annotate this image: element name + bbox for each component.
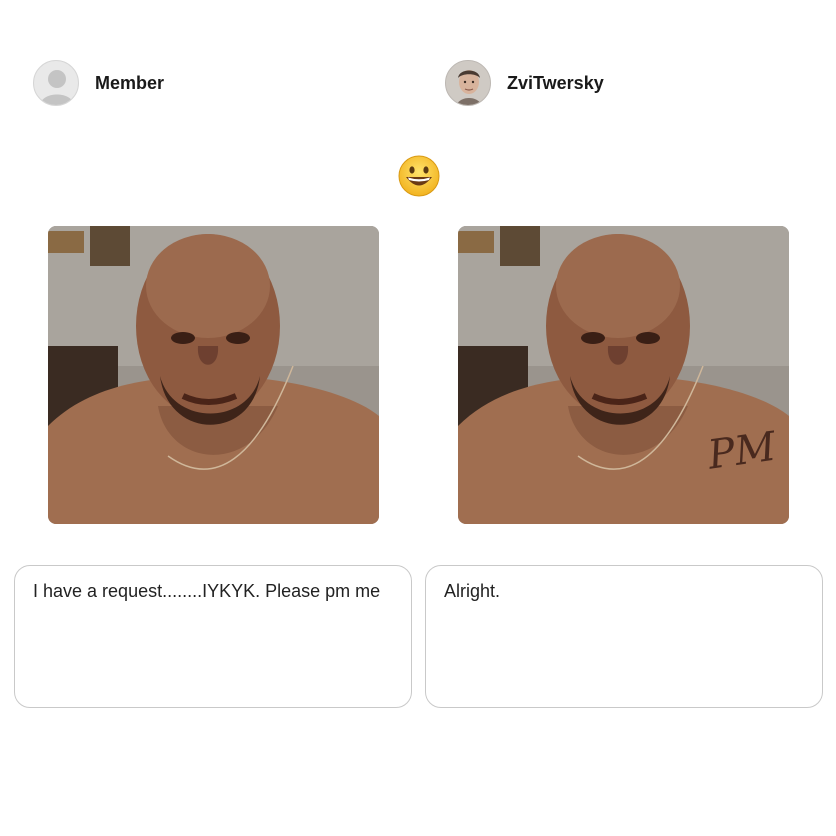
member-username[interactable]: Member xyxy=(95,73,164,94)
profile-photo-avatar[interactable] xyxy=(445,60,491,106)
member-user-header: Member xyxy=(33,60,164,106)
zvitwersky-username[interactable]: ZviTwersky xyxy=(507,73,604,94)
member-message-box: I have a request........IYKYK. Please pm… xyxy=(14,565,412,708)
member-photo xyxy=(48,226,379,524)
default-avatar-icon[interactable] xyxy=(33,60,79,106)
zvitwersky-user-header: ZviTwersky xyxy=(445,60,604,106)
zvitwersky-photo-with-tattoo: PM xyxy=(458,226,789,524)
zvitwersky-reply-box: Alright. xyxy=(425,565,823,708)
request-comparison-page: Member ZviTwersky PM I have a request...… xyxy=(0,0,836,836)
member-message-text: I have a request........IYKYK. Please pm… xyxy=(33,581,381,601)
zvitwersky-reply-text: Alright. xyxy=(444,581,501,601)
grinning-face-emoji-icon xyxy=(397,154,441,198)
neck-tattoo-text: PM xyxy=(704,424,780,479)
